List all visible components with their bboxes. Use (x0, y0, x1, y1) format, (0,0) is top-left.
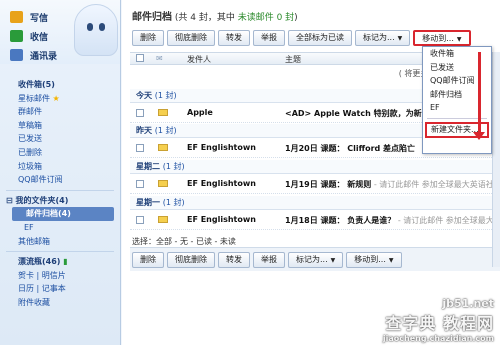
scrollbar[interactable] (492, 52, 500, 267)
mark-as-dropdown[interactable]: 标记为... ▼ (288, 252, 344, 268)
date-group-tuesday: 星期二 (1 封) (130, 160, 500, 174)
mascot-image (74, 4, 118, 56)
annotation-arrowhead (473, 132, 485, 140)
select-all-checkbox[interactable] (136, 54, 144, 62)
sender-column-header[interactable]: 发件人 (187, 54, 211, 65)
contacts-icon (10, 49, 23, 61)
envelope-icon (158, 144, 168, 151)
move-to-dropdown[interactable]: 移动到... ▼ (413, 30, 471, 46)
row-checkbox[interactable] (136, 216, 144, 224)
sidebar-item-inbox[interactable]: 收件箱(5) (0, 78, 120, 92)
sidebar: 写信 收信 通讯录 收件箱(5) 星标邮件 ★ 群邮件 草稿箱 已发送 已删除 … (0, 0, 121, 345)
subject-column-header[interactable]: 主题 (285, 54, 301, 65)
table-row[interactable]: EF Englishtown 1月18日 课题： 负责人是谁？ - 请订此邮件 … (130, 210, 500, 230)
date-group-monday: 星期一 (1 封) (130, 196, 500, 210)
sidebar-item-drift-bottle[interactable]: 漂流瓶(46) ▮ (0, 255, 120, 269)
receive-link[interactable]: 收信 (10, 28, 48, 44)
contacts-link[interactable]: 通讯录 (10, 47, 57, 63)
row-checkbox[interactable] (136, 144, 144, 152)
forward-button[interactable]: 转发 (218, 30, 250, 46)
sidebar-item-ef[interactable]: EF (0, 221, 120, 235)
delete-button[interactable]: 删除 (132, 30, 164, 46)
row-checkbox[interactable] (136, 109, 144, 117)
toolbar-bottom: 删除 彻底删除 转发 举报 标记为... ▼ 移动到... ▼ (132, 252, 402, 268)
sidebar-item-subscriptions[interactable]: QQ邮件订阅 (0, 173, 120, 187)
envelope-icon (158, 216, 168, 223)
report-button[interactable]: 举报 (253, 252, 285, 268)
chevron-down-icon: ▼ (388, 257, 394, 264)
sidebar-item-starred[interactable]: 星标邮件 ★ (0, 92, 120, 106)
divider (6, 251, 114, 253)
bottle-icon: ▮ (63, 257, 68, 267)
sidebar-item-sent[interactable]: 已发送 (0, 132, 120, 146)
chevron-down-icon: ▼ (397, 35, 403, 42)
inbox-icon (10, 30, 23, 42)
perm-delete-button[interactable]: 彻底删除 (167, 30, 215, 46)
annotation-arrow (478, 52, 481, 134)
sidebar-item-archive[interactable]: 邮件归档(4) (12, 207, 114, 221)
sidebar-item-other-mailboxes[interactable]: 其他邮箱 (0, 235, 120, 249)
sidebar-item-deleted[interactable]: 已删除 (0, 146, 120, 160)
perm-delete-button[interactable]: 彻底删除 (167, 252, 215, 268)
row-checkbox[interactable] (136, 180, 144, 188)
sidebar-top-nav: 写信 收信 通讯录 (0, 0, 120, 64)
pencil-icon (10, 11, 23, 23)
sidebar-item-attachments[interactable]: 附件收藏 (0, 296, 120, 310)
sidebar-item-calendar[interactable]: 日历 | 记事本 (0, 282, 120, 296)
folder-list: 收件箱(5) 星标邮件 ★ 群邮件 草稿箱 已发送 已删除 垃圾箱 QQ邮件订阅… (0, 64, 120, 310)
select-links[interactable]: 选择：全部 - 无 - 已读 - 未读 (132, 236, 236, 247)
mark-all-read-button[interactable]: 全部标为已读 (288, 30, 352, 46)
sidebar-item-drafts[interactable]: 草稿箱 (0, 119, 120, 133)
chevron-down-icon: ▼ (456, 36, 462, 43)
move-to-dropdown[interactable]: 移动到... ▼ (346, 252, 402, 268)
watermark: jb51.net 查字典 教程网 jiaocheng.chazidian.com (382, 297, 494, 343)
compose-link[interactable]: 写信 (10, 9, 48, 25)
star-icon: ★ (52, 93, 60, 103)
envelope-icon (158, 109, 168, 116)
my-folders-toggle[interactable]: ⊟ 我的文件夹(4) (0, 194, 120, 208)
report-button[interactable]: 举报 (253, 30, 285, 46)
page-title: 邮件归档 (共 4 封，其中 未读邮件 0 封) (132, 12, 298, 23)
sidebar-item-cards[interactable]: 贺卡 | 明信片 (0, 269, 120, 283)
forward-button[interactable]: 转发 (218, 252, 250, 268)
sidebar-item-group-mail[interactable]: 群邮件 (0, 105, 120, 119)
envelope-icon (158, 180, 168, 187)
envelope-icon: ✉ (156, 54, 163, 63)
delete-button[interactable]: 删除 (132, 252, 164, 268)
chevron-down-icon: ▼ (330, 257, 336, 264)
divider (6, 189, 114, 191)
table-row[interactable]: EF Englishtown 1月19日 课题： 新规则 - 请订此邮件 参加全… (130, 174, 500, 194)
mark-as-dropdown[interactable]: 标记为... ▼ (355, 30, 411, 46)
sidebar-item-spam[interactable]: 垃圾箱 (0, 160, 120, 174)
toolbar-top: 删除 彻底删除 转发 举报 全部标为已读 标记为... ▼ 移动到... ▼ (132, 30, 471, 46)
